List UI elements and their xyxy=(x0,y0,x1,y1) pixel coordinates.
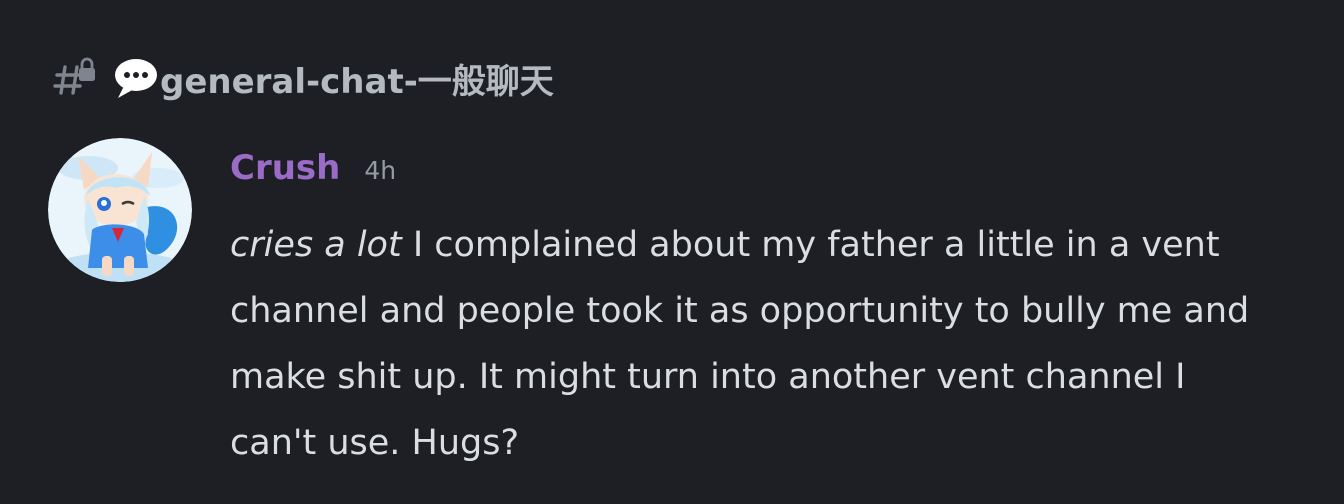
username[interactable]: Crush xyxy=(230,148,340,188)
message-content: cries a lot I complained about my father… xyxy=(230,212,1270,476)
italic-emphasis: cries a lot xyxy=(230,225,402,265)
channel-header[interactable]: general-chat-一般聊天 xyxy=(52,48,554,108)
avatar[interactable] xyxy=(48,138,192,282)
message: Crush 4h cries a lot I complained about … xyxy=(48,138,1308,488)
locked-hash-icon xyxy=(52,55,98,101)
timestamp[interactable]: 4h xyxy=(364,156,396,185)
speech-balloon-icon xyxy=(112,55,158,101)
channel-name: general-chat-一般聊天 xyxy=(160,61,554,102)
message-header: Crush 4h xyxy=(230,148,396,188)
